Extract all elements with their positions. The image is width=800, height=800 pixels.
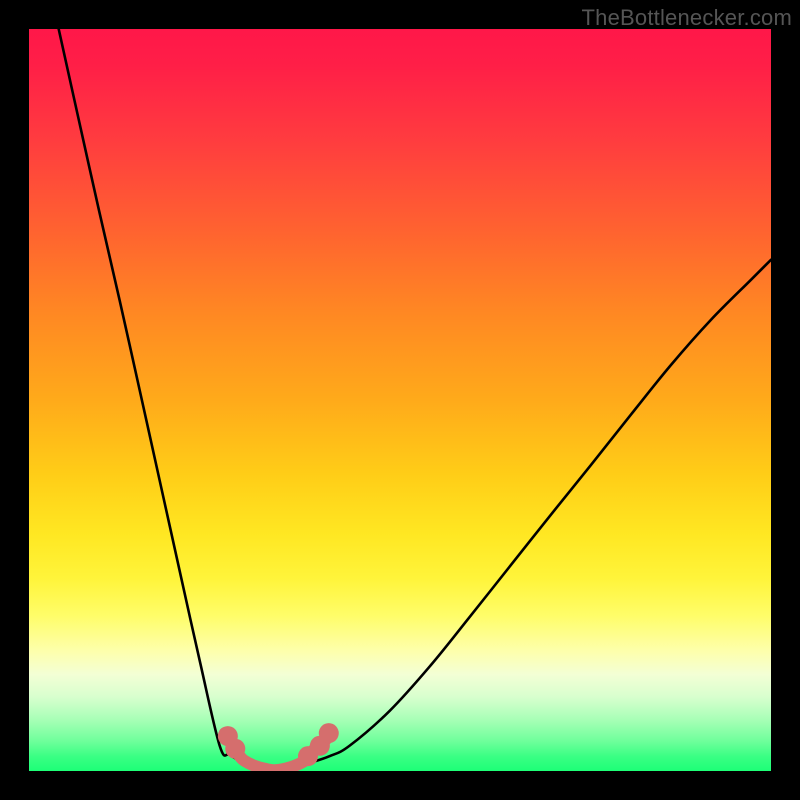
curve-left-curve — [59, 29, 270, 771]
watermark-text: TheBottlenecker.com — [582, 5, 792, 31]
chart-frame: TheBottlenecker.com — [0, 0, 800, 800]
plot-area — [29, 29, 771, 771]
marker-dot-4 — [319, 723, 339, 743]
curves-layer — [29, 29, 771, 771]
curve-right-curve — [269, 260, 771, 771]
marker-dot-1 — [225, 739, 245, 759]
